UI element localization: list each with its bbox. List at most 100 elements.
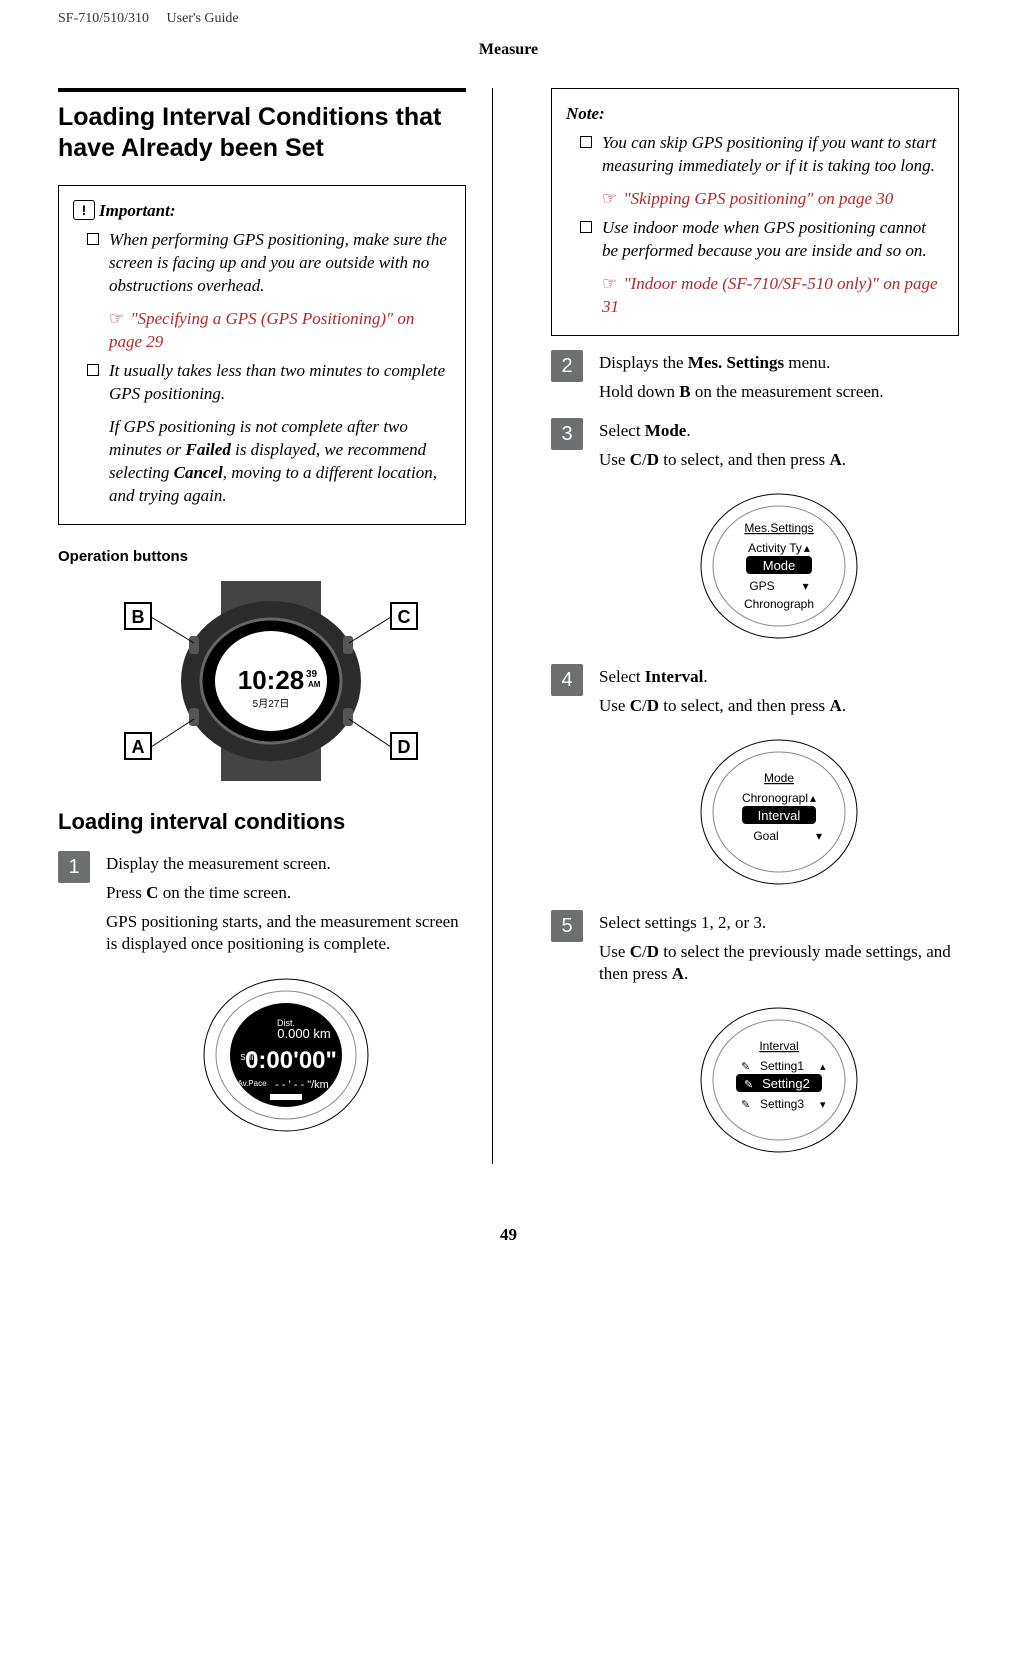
svg-text:Setting1: Setting1 [760, 1059, 804, 1073]
important-ref-1: ☞ "Specifying a GPS (GPS Positioning)" o… [109, 308, 451, 354]
step-1-figure: Dist. 0.000 km Split 0:00'00" Av.Pace - … [106, 970, 466, 1140]
step-3-body: Select Mode. Use C/D to select, and then… [599, 418, 959, 650]
doc-header: SF-710/510/310 User's Guide [58, 10, 959, 29]
step-3: 3 Select Mode. Use C/D to select, and th… [551, 418, 959, 650]
note-item-1-text: You can skip GPS positioning if you want… [602, 133, 936, 175]
svg-text:✎: ✎ [744, 1079, 753, 1091]
step-2: 2 Displays the Mes. Settings menu. Hold … [551, 350, 959, 404]
svg-text:10:28: 10:28 [238, 665, 305, 695]
watch-menu-interval-settings: Interval ✎ Setting1 ▴ ✎ Setting2 ✎ Setti… [694, 1000, 864, 1160]
step-2-body: Displays the Mes. Settings menu. Hold do… [599, 350, 959, 404]
column-right: Note: You can skip GPS positioning if yo… [551, 88, 959, 1164]
important-callout: ! Important: When performing GPS positio… [58, 185, 466, 524]
svg-text:Interval: Interval [758, 808, 801, 823]
step-4-lead: Select Interval. [599, 666, 959, 689]
doc-type: User's Guide [167, 11, 239, 26]
svg-text:5月27日: 5月27日 [253, 698, 290, 710]
svg-text:Chronograph: Chronograph [744, 597, 814, 611]
svg-text:39: 39 [306, 669, 318, 680]
step-2-lead: Displays the Mes. Settings menu. [599, 352, 959, 375]
step-number: 5 [551, 910, 583, 942]
step-5-lead: Select settings 1, 2, or 3. [599, 912, 959, 935]
checkbox-icon [580, 136, 592, 148]
checkbox-icon [580, 221, 592, 233]
note-item-1: You can skip GPS positioning if you want… [580, 132, 944, 211]
svg-text:Goal: Goal [753, 829, 778, 843]
column-left: Loading Interval Conditions that have Al… [58, 88, 493, 1164]
svg-text:Chronograpl▴: Chronograpl▴ [742, 791, 816, 805]
svg-text:✎: ✎ [741, 1099, 750, 1111]
svg-text:0.000 km: 0.000 km [277, 1026, 330, 1041]
important-item-2-text: It usually takes less than two minutes t… [109, 361, 445, 403]
hand-icon: ☞ [602, 274, 617, 293]
section-title: Measure [58, 39, 959, 61]
svg-text:0:00'00": 0:00'00" [245, 1047, 337, 1074]
step-number: 3 [551, 418, 583, 450]
svg-text:- - ' - - "/km: - - ' - - "/km [275, 1079, 329, 1091]
important-title: ! Important: [99, 200, 451, 223]
hand-icon: ☞ [109, 309, 124, 328]
checkbox-icon [87, 233, 99, 245]
step-3-p2: Use C/D to select, and then press A. [599, 449, 959, 472]
step-4-figure: Mode Chronograpl▴ Interval Goal ▾ [599, 732, 959, 892]
watch-menu-mes-settings: Mes.Settings Activity Ty▴ Mode GPS▾ Chro… [694, 486, 864, 646]
svg-text:B: B [132, 607, 145, 627]
svg-text:Setting2: Setting2 [762, 1076, 810, 1091]
step-5: 5 Select settings 1, 2, or 3. Use C/D to… [551, 910, 959, 1165]
svg-text:Mode: Mode [764, 771, 794, 785]
important-subpara: If GPS positioning is not complete after… [109, 416, 451, 508]
important-item-1: When performing GPS positioning, make su… [87, 229, 451, 354]
svg-text:Mes.Settings: Mes.Settings [744, 521, 813, 535]
step-4-p2: Use C/D to select, and then press A. [599, 695, 959, 718]
svg-text:▾: ▾ [816, 829, 822, 843]
page-number: 49 [58, 1224, 959, 1247]
svg-text:D: D [398, 737, 411, 757]
step-5-p2: Use C/D to select the previously made se… [599, 941, 959, 987]
watch-buttons-illustration: 10:28 39 AM 5月27日 B A C [91, 581, 451, 781]
step-1-p3: GPS positioning starts, and the measurem… [106, 911, 466, 957]
watch-menu-mode: Mode Chronograpl▴ Interval Goal ▾ [694, 732, 864, 892]
ref-link[interactable]: "Specifying a GPS (GPS Positioning)" on … [109, 309, 414, 351]
svg-text:✎: ✎ [741, 1061, 750, 1073]
step-1: 1 Display the measurement screen. Press … [58, 851, 466, 1145]
svg-text:Interval: Interval [759, 1039, 798, 1053]
operation-buttons-figure: 10:28 39 AM 5月27日 B A C [76, 581, 466, 781]
step-1-body: Display the measurement screen. Press C … [106, 851, 466, 1145]
svg-text:A: A [132, 737, 145, 757]
step-1-p2: Press C on the time screen. [106, 882, 466, 905]
note-item-2-text: Use indoor mode when GPS positioning can… [602, 218, 927, 260]
important-label: Important: [99, 201, 176, 220]
svg-text:Activity Ty▴: Activity Ty▴ [748, 541, 810, 555]
note-ref-1: ☞ "Skipping GPS positioning" on page 30 [602, 188, 944, 211]
step-4: 4 Select Interval. Use C/D to select, an… [551, 664, 959, 896]
page-heading: Loading Interval Conditions that have Al… [58, 88, 466, 163]
svg-text:Av.Pace: Av.Pace [237, 1079, 267, 1088]
svg-text:▾: ▾ [820, 1099, 826, 1111]
ref-link[interactable]: "Skipping GPS positioning" on page 30 [624, 189, 894, 208]
subheading-loading-interval: Loading interval conditions [58, 807, 466, 837]
svg-text:Mode: Mode [763, 558, 796, 573]
step-number: 2 [551, 350, 583, 382]
note-item-2: Use indoor mode when GPS positioning can… [580, 217, 944, 319]
important-item-2: It usually takes less than two minutes t… [87, 360, 451, 508]
svg-text:AM: AM [308, 680, 321, 689]
svg-text:C: C [398, 607, 411, 627]
step-number: 4 [551, 664, 583, 696]
step-1-lead: Display the measurement screen. [106, 853, 466, 876]
important-item-1-text: When performing GPS positioning, make su… [109, 230, 447, 295]
step-number: 1 [58, 851, 90, 883]
note-callout: Note: You can skip GPS positioning if yo… [551, 88, 959, 336]
svg-text:▴: ▴ [820, 1061, 826, 1073]
step-4-body: Select Interval. Use C/D to select, and … [599, 664, 959, 896]
step-5-figure: Interval ✎ Setting1 ▴ ✎ Setting2 ✎ Setti… [599, 1000, 959, 1160]
svg-text:Setting3: Setting3 [760, 1097, 804, 1111]
important-icon: ! [73, 200, 95, 220]
note-title: Note: [566, 103, 944, 126]
hand-icon: ☞ [602, 189, 617, 208]
step-5-body: Select settings 1, 2, or 3. Use C/D to s… [599, 910, 959, 1165]
step-3-figure: Mes.Settings Activity Ty▴ Mode GPS▾ Chro… [599, 486, 959, 646]
note-ref-2: ☞ "Indoor mode (SF-710/SF-510 only)" on … [602, 273, 944, 319]
ref-link[interactable]: "Indoor mode (SF-710/SF-510 only)" on pa… [602, 274, 938, 316]
step-3-lead: Select Mode. [599, 420, 959, 443]
step-2-p2: Hold down B on the measurement screen. [599, 381, 959, 404]
